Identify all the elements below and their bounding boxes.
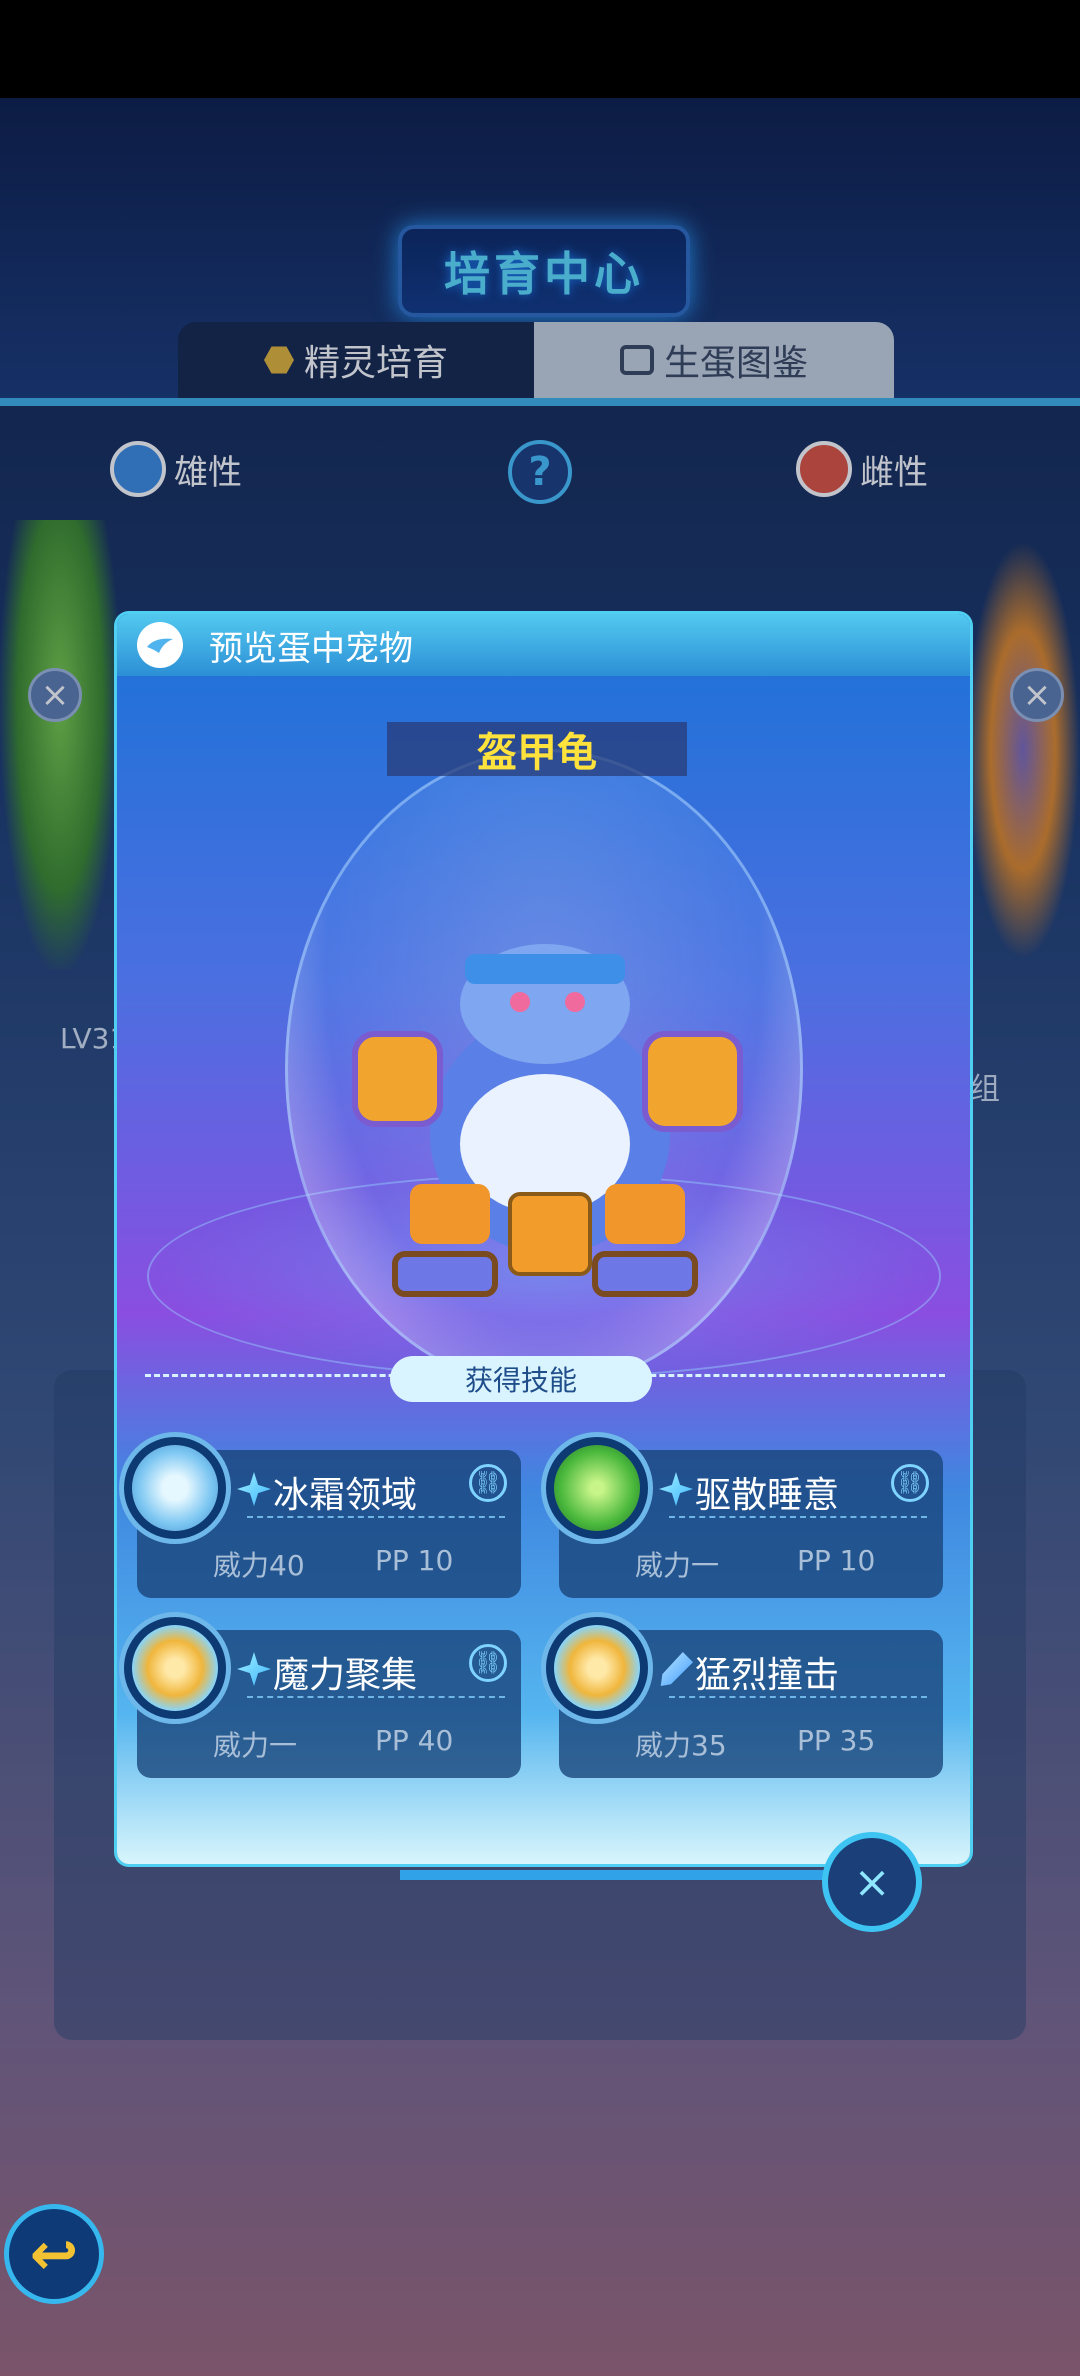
skill-divider <box>247 1516 505 1518</box>
skill-name: 驱散睡意 <box>695 1475 840 1516</box>
egg-logo-icon <box>137 622 183 668</box>
back-arrow-icon: ↩ <box>29 2220 79 2288</box>
skill-pp: PP 35 <box>797 1724 876 1757</box>
egg-preview-modal: 预览蛋中宠物 盔甲龟 获得技能 冰霜领域 ⛓ 威力40 PP 10 驱散睡意 ⛓… <box>117 614 970 1864</box>
skill-card[interactable]: 冰霜领域 ⛓ 威力40 PP 10 <box>119 1432 521 1598</box>
status-bar <box>0 0 1080 98</box>
link-icon[interactable]: ⛓ <box>469 1464 507 1502</box>
skill-card[interactable]: 驱散睡意 ⛓ 威力一 PP 10 <box>541 1432 943 1598</box>
modal-header: 预览蛋中宠物 <box>117 614 970 676</box>
skill-divider <box>669 1696 927 1698</box>
pet-name-plate: 盔甲龟 <box>387 722 687 776</box>
skill-pp: PP 10 <box>797 1544 876 1577</box>
leaf-icon <box>541 1432 653 1544</box>
skill-pp: PP 40 <box>375 1724 454 1757</box>
snowflake-icon <box>119 1432 231 1544</box>
skill-divider <box>247 1696 505 1698</box>
skill-name: 冰霜领域 <box>273 1475 418 1516</box>
modal-title: 预览蛋中宠物 <box>209 628 413 669</box>
skill-name: 猛烈撞击 <box>695 1655 840 1696</box>
skill-power: 威力一 <box>213 1729 298 1762</box>
close-modal-button[interactable]: × <box>822 1832 922 1932</box>
skill-card[interactable]: 猛烈撞击 威力35 PP 35 <box>541 1612 943 1778</box>
armored-turtle-image <box>352 944 743 1297</box>
link-icon[interactable]: ⛓ <box>469 1644 507 1682</box>
modal-bottom-bar <box>400 1870 830 1880</box>
pet-name: 盔甲龟 <box>477 730 597 776</box>
skills-header: 获得技能 <box>390 1356 652 1402</box>
back-button[interactable]: ↩ <box>4 2204 104 2304</box>
skill-card[interactable]: 魔力聚集 ⛓ 威力一 PP 40 <box>119 1612 521 1778</box>
skill-power: 威力35 <box>635 1729 727 1762</box>
magic-orb-icon <box>541 1612 653 1724</box>
close-icon: × <box>853 1856 891 1908</box>
link-icon[interactable]: ⛓ <box>891 1464 929 1502</box>
skill-power: 威力40 <box>213 1549 305 1582</box>
magic-orb-icon <box>119 1612 231 1724</box>
skill-power: 威力一 <box>635 1549 720 1582</box>
skill-pp: PP 10 <box>375 1544 454 1577</box>
skill-divider <box>669 1516 927 1518</box>
skill-name: 魔力聚集 <box>273 1655 418 1696</box>
